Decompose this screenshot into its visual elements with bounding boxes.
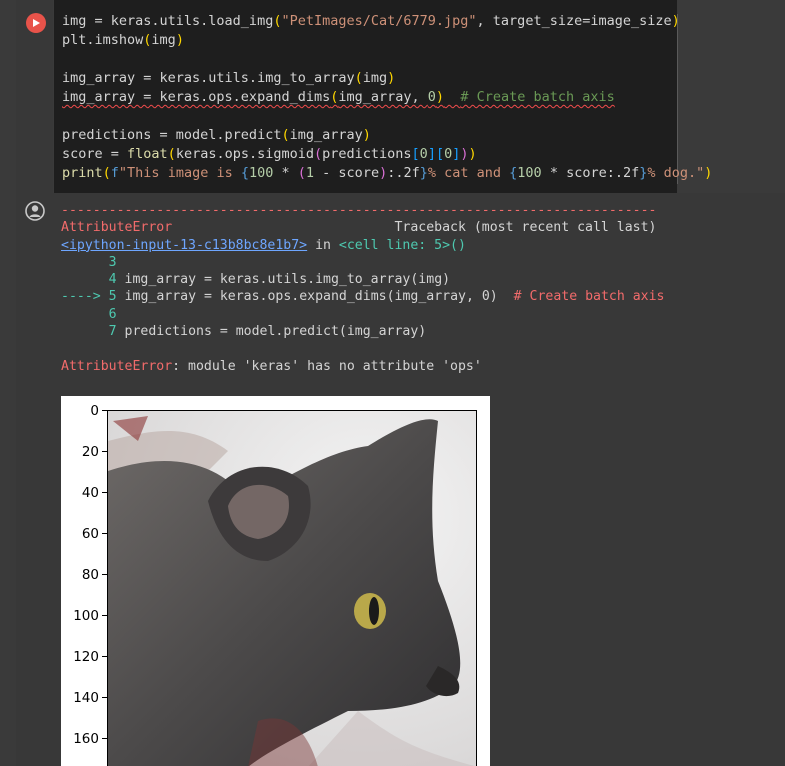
traceback-label: Traceback (most recent call last) [394, 220, 657, 236]
y-tick [102, 492, 107, 493]
y-tick-label: 120 [73, 649, 99, 665]
trace-arrow: ----> [61, 289, 101, 305]
y-tick-label: 140 [73, 690, 99, 706]
y-tick [102, 697, 107, 698]
cell-line-ref: <cell line: 5>() [338, 237, 466, 253]
trace-line-num: 3 [108, 254, 117, 270]
code-line-5: img_array = keras.ops.expand_dims(img_ar… [62, 89, 615, 105]
error-message: : module 'keras' has no attribute 'ops' [172, 358, 482, 374]
output-user-icon[interactable] [25, 201, 45, 221]
code-line-4: img_array = keras.utils.img_to_array(img… [62, 70, 396, 86]
y-tick-label: 60 [81, 526, 99, 542]
y-tick-label: 160 [73, 731, 99, 747]
error-type: AttributeError [61, 220, 173, 236]
y-tick-label: 40 [81, 485, 99, 501]
trace-line-code: predictions = model.predict(img_array) [124, 324, 427, 340]
code-line-2: plt.imshow(img) [62, 32, 184, 48]
code-line-7: predictions = model.predict(img_array) [62, 127, 371, 143]
y-tick-label: 0 [90, 403, 99, 419]
trace-line-comment: # Create batch axis [513, 289, 665, 305]
y-tick [102, 574, 107, 575]
error-type-final: AttributeError [61, 358, 173, 374]
y-tick [102, 533, 107, 534]
code-line-1: img = keras.utils.load_img("PetImages/Ca… [62, 13, 680, 29]
error-output: ----------------------------------------… [61, 202, 664, 375]
trace-line-num: 5 [108, 289, 117, 305]
trace-line-code: img_array = keras.utils.img_to_array(img… [124, 272, 451, 288]
trace-line-num: 4 [108, 272, 117, 288]
plot-axes [107, 410, 477, 766]
trace-line-code: img_array = keras.ops.expand_dims(img_ar… [124, 289, 498, 305]
y-tick-label: 80 [81, 567, 99, 583]
y-tick [102, 615, 107, 616]
y-tick [102, 738, 107, 739]
code-line-9: print(f"This image is {100 * (1 - score)… [62, 165, 713, 181]
y-tick [102, 656, 107, 657]
code-content[interactable]: img = keras.utils.load_img("PetImages/Ca… [62, 12, 712, 183]
run-cell-button[interactable] [26, 13, 46, 33]
cat-image [108, 411, 476, 766]
y-tick [102, 410, 107, 411]
trace-line-num: 7 [108, 324, 117, 340]
trace-line-num: 6 [108, 306, 117, 322]
ipython-input-link[interactable]: <ipython-input-13-c13b8bc8e1b7> [61, 238, 307, 253]
y-tick-label: 100 [73, 608, 99, 624]
code-line-8: score = float(keras.ops.sigmoid(predicti… [62, 146, 477, 162]
y-tick [102, 451, 107, 452]
in-text: in [307, 237, 339, 253]
y-tick-label: 20 [81, 444, 99, 460]
error-divider: ----------------------------------------… [61, 203, 657, 218]
play-icon [33, 19, 40, 27]
